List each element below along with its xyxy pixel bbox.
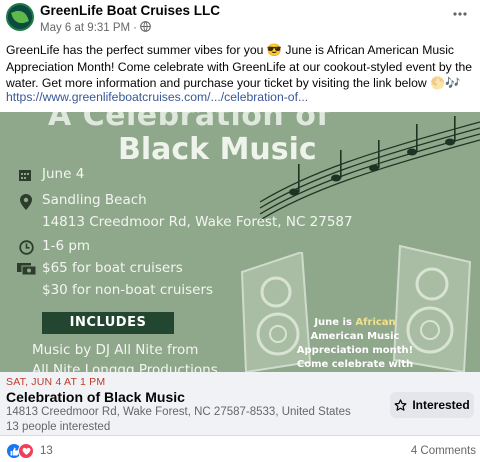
event-interest-count: 13 people interested [6,421,111,433]
page-name-link[interactable]: GreenLife Boat Cruises LLC [40,3,220,18]
flyer-title-line2: Black Music [118,132,317,167]
post-footer: 13 4 Comments [0,440,480,462]
post-timestamp[interactable]: May 6 at 9:31 PM [40,22,130,34]
flyer-right-a: June is [314,317,356,328]
post-meta: May 6 at 9:31 PM · [40,21,151,35]
event-card[interactable]: SAT, JUN 4 AT 1 PM Celebration of Black … [0,372,480,436]
flyer-location: Sandling Beach [42,192,147,208]
flyer-address: 14813 Creedmoor Rd, Wake Forest, NC 2758… [42,214,353,230]
calendar-icon [18,168,32,185]
flyer-time: 1-6 pm [42,238,91,254]
star-icon [394,398,407,411]
flyer-right-c: American Music [310,331,400,342]
flyer-price-boat: $65 for boat cruisers [42,260,183,276]
flyer-right-text: June is African American Music Appreciat… [290,316,420,372]
flyer-right-d: Appreciation month! [296,345,414,356]
more-options-button[interactable] [450,6,470,26]
leaf-logo-icon [11,8,29,26]
flyer-right-e: Come celebrate with [296,359,414,370]
event-title[interactable]: Celebration of Black Music [6,389,185,405]
globe-icon [140,21,151,35]
money-icon [17,262,37,279]
clock-icon [19,240,34,258]
page-avatar[interactable] [6,3,34,31]
flyer-includes-label: INCLUDES [42,312,174,334]
flyer-title-line1: A Celebration of [48,112,330,133]
more-dots-icon [453,12,467,16]
post-header: GreenLife Boat Cruises LLC May 6 at 9:31… [0,0,480,38]
interested-button-label: Interested [412,398,470,412]
interested-button[interactable]: Interested [390,392,474,418]
post-body-text: GreenLife has the perfect summer vibes f… [6,43,473,90]
event-date: SAT, JUN 4 AT 1 PM [6,376,106,388]
flyer-include-2: All Nite Longgg Productions [32,362,218,372]
meta-separator: · [133,22,137,34]
flyer-include-1: Music by DJ All Nite from [32,342,199,358]
event-address: 14813 Creedmoor Rd, Wake Forest, NC 2758… [6,406,351,418]
comments-count-link[interactable]: 4 Comments [411,445,476,457]
flyer-date: June 4 [42,166,85,182]
post-link[interactable]: https://www.greenlifeboatcruises.com/...… [6,90,308,104]
location-pin-icon [20,194,32,213]
reaction-count[interactable]: 13 [40,445,53,457]
reaction-icons[interactable] [6,443,34,459]
event-flyer-image[interactable]: A Celebration of Black Music June 4 Sand… [0,112,480,372]
flyer-price-nonboat: $30 for non-boat cruisers [42,282,214,298]
flyer-right-b: African [355,317,396,328]
love-reaction-icon [18,443,34,459]
